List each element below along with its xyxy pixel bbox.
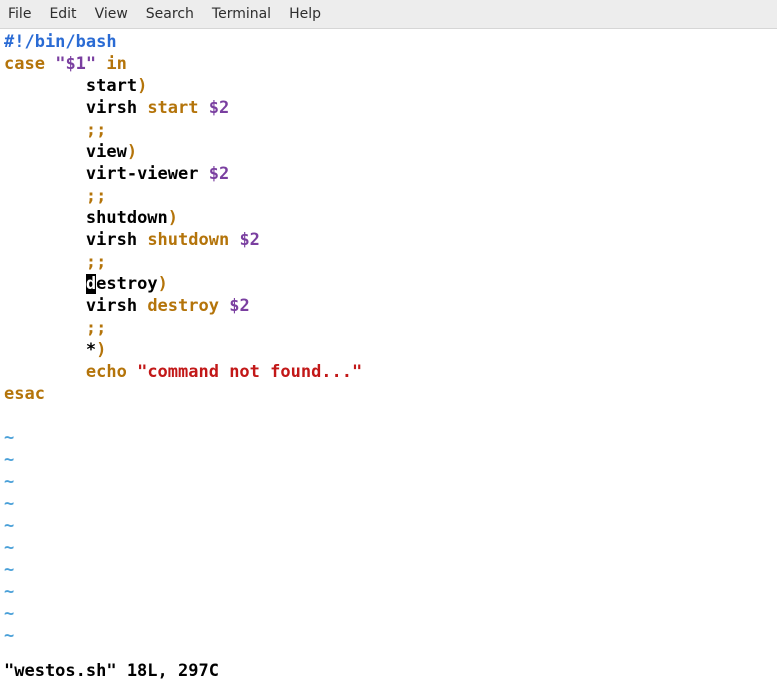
arg1: "$1" bbox=[55, 54, 96, 74]
menu-file[interactable]: File bbox=[8, 6, 31, 22]
arg2: $2 bbox=[229, 230, 260, 250]
cmd-destroy: destroy bbox=[147, 296, 219, 316]
paren: ) bbox=[127, 142, 137, 162]
indent bbox=[4, 142, 86, 162]
tilde-line: ~ bbox=[4, 604, 14, 624]
arg2: $2 bbox=[198, 164, 229, 184]
menu-help[interactable]: Help bbox=[289, 6, 321, 22]
dsemi: ;; bbox=[86, 120, 106, 140]
dsemi: ;; bbox=[86, 186, 106, 206]
in-keyword: in bbox=[106, 54, 126, 74]
esac-keyword: esac bbox=[4, 384, 45, 404]
status-line: "westos.sh" 18L, 297C bbox=[0, 660, 777, 686]
case-keyword: case bbox=[4, 54, 45, 74]
indent bbox=[4, 230, 86, 250]
dsemi: ;; bbox=[86, 318, 106, 338]
shebang-line: #!/bin/bash bbox=[4, 32, 117, 52]
indent bbox=[4, 296, 86, 316]
tilde-line: ~ bbox=[4, 516, 14, 536]
indent bbox=[4, 208, 86, 228]
indent bbox=[4, 340, 86, 360]
cmd-shutdown: shutdown bbox=[147, 230, 229, 250]
dsemi: ;; bbox=[86, 252, 106, 272]
tilde-line: ~ bbox=[4, 450, 14, 470]
string-notfound: "command not found..." bbox=[137, 362, 362, 382]
arg2: $2 bbox=[219, 296, 250, 316]
cmd-virsh: virsh bbox=[86, 296, 147, 316]
indent bbox=[4, 274, 86, 294]
tilde-line: ~ bbox=[4, 626, 14, 646]
cmd-echo: echo bbox=[86, 362, 137, 382]
tilde-line: ~ bbox=[4, 560, 14, 580]
menu-terminal[interactable]: Terminal bbox=[212, 6, 271, 22]
indent bbox=[4, 164, 86, 184]
paren: ) bbox=[96, 340, 106, 360]
indent bbox=[4, 318, 86, 338]
indent bbox=[4, 362, 86, 382]
indent bbox=[4, 98, 86, 118]
indent bbox=[4, 186, 86, 206]
tilde-line: ~ bbox=[4, 428, 14, 448]
tilde-line: ~ bbox=[4, 494, 14, 514]
menu-edit[interactable]: Edit bbox=[49, 6, 76, 22]
tilde-line: ~ bbox=[4, 582, 14, 602]
paren: ) bbox=[168, 208, 178, 228]
label-view: view bbox=[86, 142, 127, 162]
paren: ) bbox=[137, 76, 147, 96]
cursor: d bbox=[86, 274, 96, 294]
label-start: start bbox=[86, 76, 137, 96]
tilde-line: ~ bbox=[4, 472, 14, 492]
cmd-virtviewer: virt-viewer bbox=[86, 164, 199, 184]
cmd-start: start bbox=[147, 98, 198, 118]
label-star: * bbox=[86, 340, 96, 360]
indent bbox=[4, 76, 86, 96]
cmd-virsh: virsh bbox=[86, 98, 147, 118]
editor-area[interactable]: #!/bin/bash case "$1" in start) virsh st… bbox=[0, 29, 777, 660]
tilde-line: ~ bbox=[4, 538, 14, 558]
indent bbox=[4, 252, 86, 272]
indent bbox=[4, 120, 86, 140]
arg2: $2 bbox=[199, 98, 230, 118]
paren: ) bbox=[158, 274, 168, 294]
cmd-virsh: virsh bbox=[86, 230, 147, 250]
menu-search[interactable]: Search bbox=[146, 6, 194, 22]
menu-view[interactable]: View bbox=[95, 6, 128, 22]
label-destroy-rest: estroy bbox=[96, 274, 157, 294]
label-shutdown: shutdown bbox=[86, 208, 168, 228]
menubar: File Edit View Search Terminal Help bbox=[0, 0, 777, 29]
